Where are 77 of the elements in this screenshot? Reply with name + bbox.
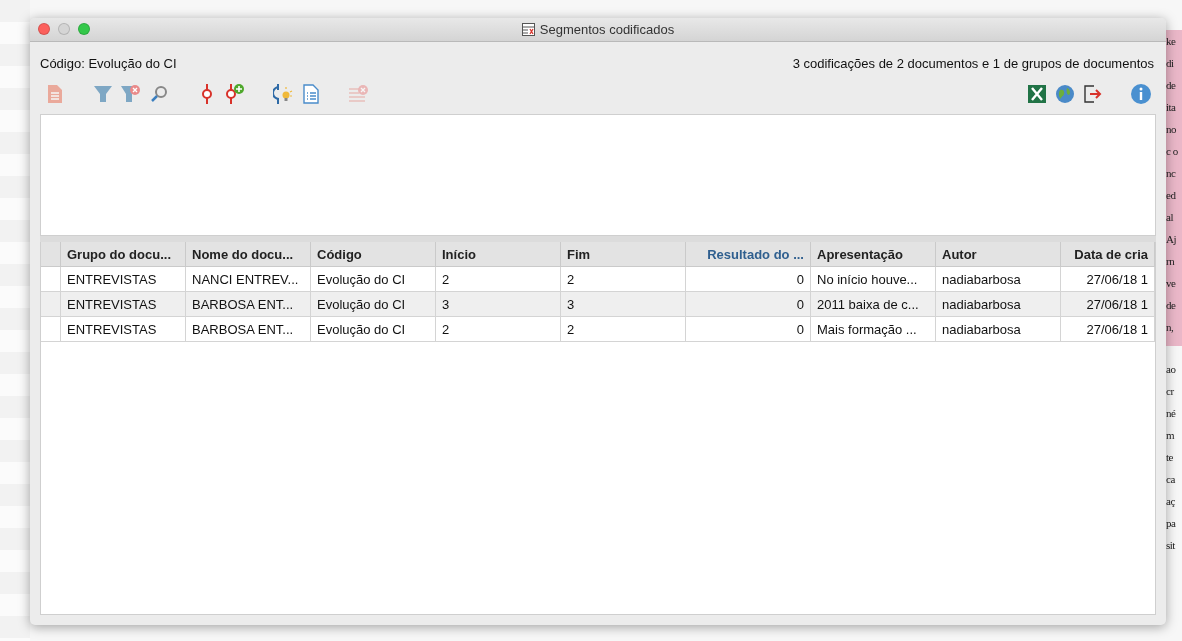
table-cell: BARBOSA ENT... <box>186 292 311 317</box>
table-cell: NANCI ENTREV... <box>186 267 311 292</box>
info-button[interactable] <box>1130 83 1152 105</box>
table-cell: BARBOSA ENT... <box>186 317 311 342</box>
table-cell: 27/06/18 1 <box>1061 317 1155 342</box>
pin-plus-button[interactable] <box>224 83 246 105</box>
table-cell: 2 <box>561 317 686 342</box>
pin-bulb-button[interactable] <box>272 83 294 105</box>
background-text: cr <box>1166 384 1174 399</box>
table-cell: ENTREVISTAS <box>61 267 186 292</box>
table-cell: 2011 baixa de c... <box>811 292 936 317</box>
background-text: de <box>1166 298 1176 313</box>
column-header[interactable]: Início <box>436 242 561 267</box>
column-header[interactable]: Código <box>311 242 436 267</box>
export-button[interactable] <box>1082 83 1104 105</box>
background-text: de <box>1166 78 1176 93</box>
table-cell: 2 <box>436 317 561 342</box>
background-text: sit <box>1166 538 1175 553</box>
table-cell: 0 <box>686 317 811 342</box>
background-text: ao <box>1166 362 1176 377</box>
column-header[interactable]: Resultado do ... <box>686 242 811 267</box>
table-cell: No início houve... <box>811 267 936 292</box>
table-cell: Evolução do CI <box>311 267 436 292</box>
background-text: aç <box>1166 494 1175 509</box>
table-cell: 27/06/18 1 <box>1061 292 1155 317</box>
column-header[interactable]: Autor <box>936 242 1061 267</box>
zoom-button[interactable] <box>78 23 90 35</box>
table-cell: Mais formação ... <box>811 317 936 342</box>
table-cell: 27/06/18 1 <box>1061 267 1155 292</box>
background-text: ed <box>1166 188 1176 203</box>
table-icon <box>521 23 535 36</box>
background-text: né <box>1166 406 1176 421</box>
table-cell: nadiabarbosa <box>936 317 1061 342</box>
background-text: c o <box>1166 144 1178 159</box>
filter-button[interactable] <box>92 83 114 105</box>
table-cell: nadiabarbosa <box>936 267 1061 292</box>
background-text: no <box>1166 122 1176 137</box>
background-text: ita <box>1166 100 1176 115</box>
minimize-button[interactable] <box>58 23 70 35</box>
background-text: di <box>1166 56 1174 71</box>
table-cell: Evolução do CI <box>311 317 436 342</box>
row-header[interactable] <box>41 267 61 292</box>
table-cell: 2 <box>436 267 561 292</box>
background-text: al <box>1166 210 1173 225</box>
background-text: ke <box>1166 34 1176 49</box>
close-button[interactable] <box>38 23 50 35</box>
table-cell: nadiabarbosa <box>936 292 1061 317</box>
background-text: n, <box>1166 320 1174 335</box>
row-header[interactable] <box>41 317 61 342</box>
spreadsheet-button[interactable] <box>1026 83 1048 105</box>
background-text: te <box>1166 450 1173 465</box>
column-header[interactable]: Nome do docu... <box>186 242 311 267</box>
filter-remove-button[interactable] <box>120 83 142 105</box>
background-text: Aj <box>1166 232 1176 247</box>
background-text: ca <box>1166 472 1175 487</box>
background-text: ve <box>1166 276 1176 291</box>
window-title: Segmentos codificados <box>539 22 675 37</box>
column-header[interactable]: Fim <box>561 242 686 267</box>
table-cell: 0 <box>686 267 811 292</box>
column-header[interactable]: Grupo do docu... <box>61 242 186 267</box>
background-text: rn <box>1166 254 1175 269</box>
globe-button[interactable] <box>1054 83 1076 105</box>
code-label: Código: Evolução do CI <box>40 56 177 71</box>
table-cell: 3 <box>436 292 561 317</box>
summary-text: 3 codificações de 2 documentos e 1 de grupos de documentos <box>792 56 1154 71</box>
list-document-button[interactable] <box>300 83 322 105</box>
column-header[interactable]: Apresentação <box>811 242 936 267</box>
background-text: m <box>1166 428 1175 443</box>
table-cell: ENTREVISTAS <box>61 292 186 317</box>
table-cell: ENTREVISTAS <box>61 317 186 342</box>
table-cell: Evolução do CI <box>311 292 436 317</box>
background-text: nc <box>1166 166 1176 181</box>
column-header[interactable]: Data de cria <box>1061 242 1155 267</box>
table-cell: 3 <box>561 292 686 317</box>
table-cell: 2 <box>561 267 686 292</box>
background-text: pa <box>1166 516 1176 531</box>
table-cell: 0 <box>686 292 811 317</box>
